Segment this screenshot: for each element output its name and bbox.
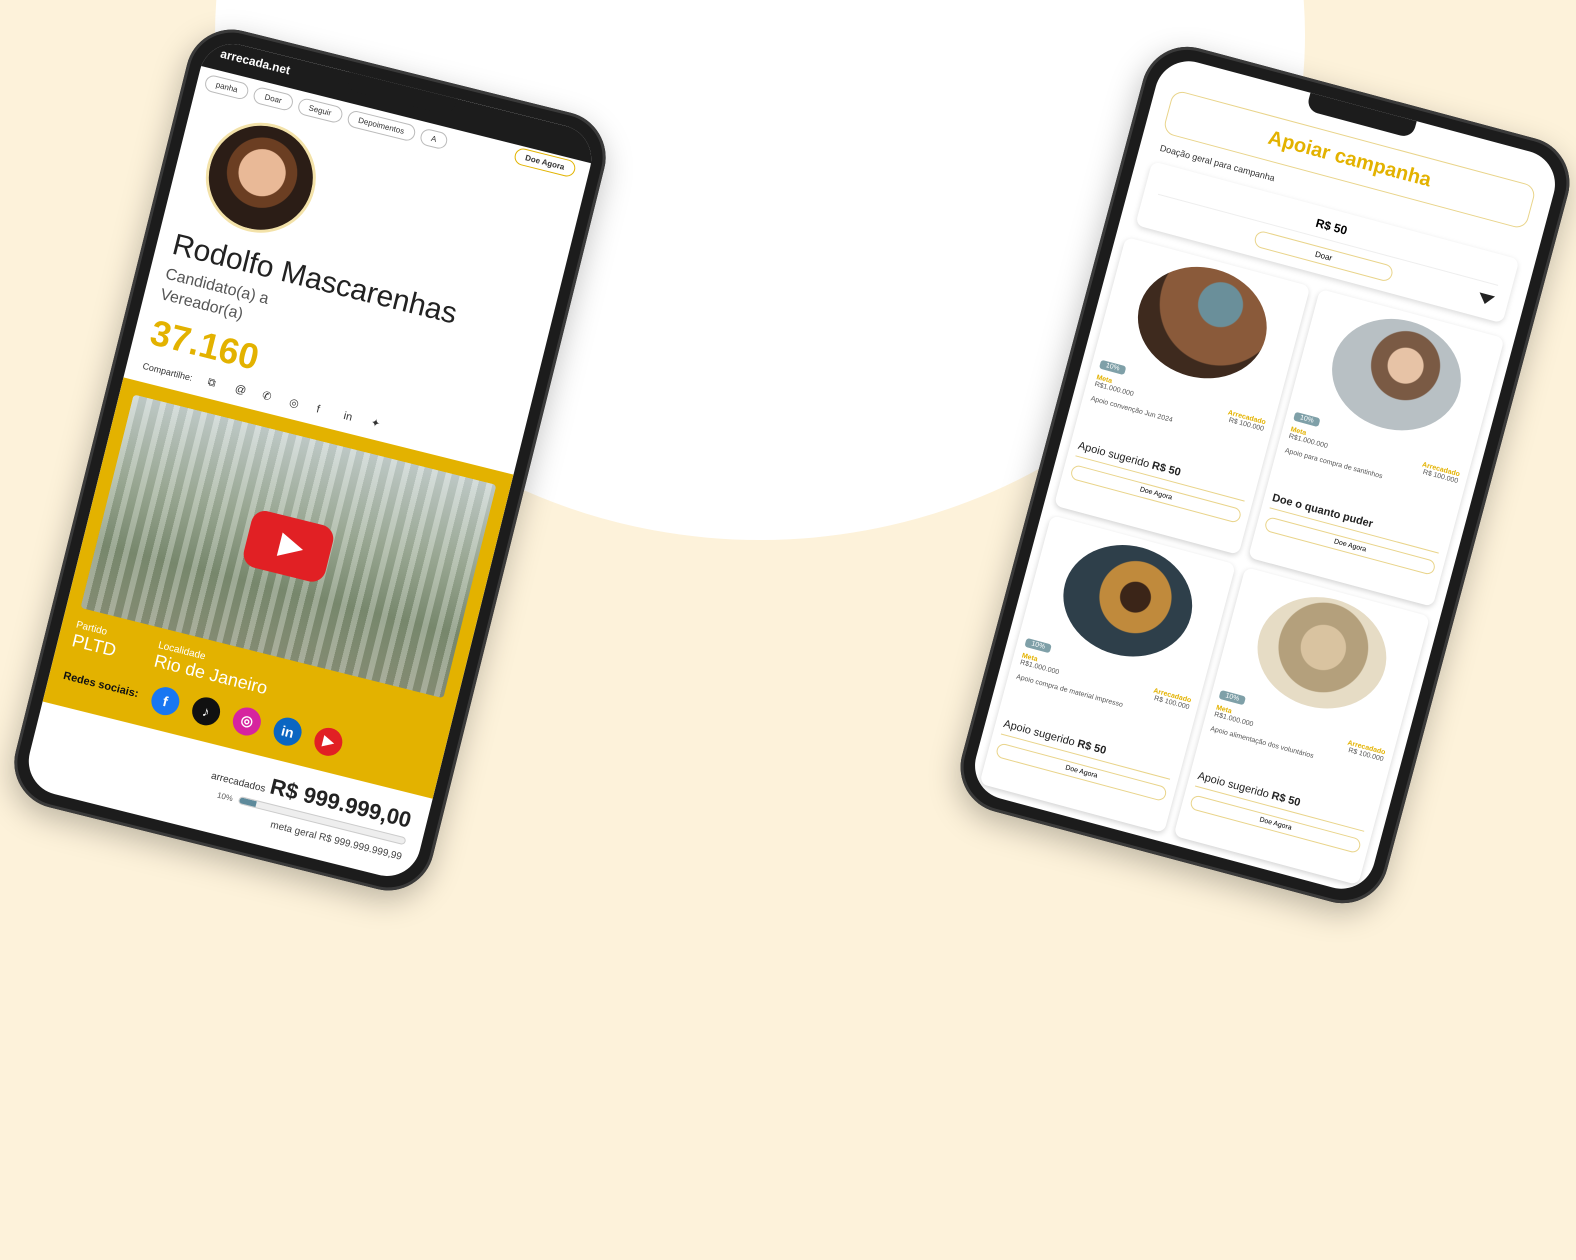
facebook-icon[interactable]: f	[315, 403, 330, 418]
card-percent: 10%	[1293, 411, 1321, 428]
card-image-audience	[1124, 252, 1279, 393]
candidate-profile-screen: arrecada.net panha Doar Seguir Depoiment…	[21, 36, 599, 884]
instagram-icon[interactable]: ◎	[288, 396, 303, 411]
card-image-speaker	[1050, 530, 1205, 671]
progress-label: 10%	[216, 790, 234, 803]
nav-seguir[interactable]: Seguir	[296, 96, 344, 125]
caret-down-icon[interactable]	[1477, 292, 1496, 307]
threads-icon[interactable]: @	[234, 383, 249, 398]
card-image-woman	[1318, 304, 1474, 445]
card-image-volunteers	[1244, 582, 1399, 723]
instagram-icon[interactable]: ◎	[230, 704, 264, 739]
facebook-icon[interactable]: f	[148, 683, 183, 718]
twitter-icon[interactable]: ✦	[370, 416, 385, 431]
phone-left: arrecada.net panha Doar Seguir Depoiment…	[4, 19, 616, 901]
cta-amount: R$ 50	[1075, 737, 1108, 758]
whatsapp-icon[interactable]: ✆	[261, 389, 276, 404]
share-label: Compartilhe:	[141, 360, 194, 383]
linkedin-icon[interactable]: in	[342, 410, 357, 425]
nav-more[interactable]: A	[418, 127, 450, 151]
copy-icon[interactable]: ⧉	[207, 376, 222, 391]
candidate-avatar	[194, 111, 328, 245]
tiktok-icon[interactable]: ♪	[189, 693, 224, 728]
nav-doar[interactable]: Doar	[252, 85, 295, 112]
cta-amount: R$ 50	[1270, 789, 1302, 810]
card-percent: 10%	[1024, 637, 1052, 654]
youtube-icon[interactable]: ▶	[311, 724, 346, 759]
cta-amount: R$ 50	[1150, 459, 1182, 479]
progress-fill	[238, 797, 257, 808]
social-label: Redes sociais:	[62, 669, 140, 700]
youtube-play-icon[interactable]	[240, 507, 337, 585]
nav-campanha[interactable]: panha	[203, 73, 251, 101]
card-percent: 10%	[1218, 689, 1247, 706]
linkedin-icon[interactable]: in	[270, 714, 305, 749]
card-percent: 10%	[1098, 359, 1127, 376]
